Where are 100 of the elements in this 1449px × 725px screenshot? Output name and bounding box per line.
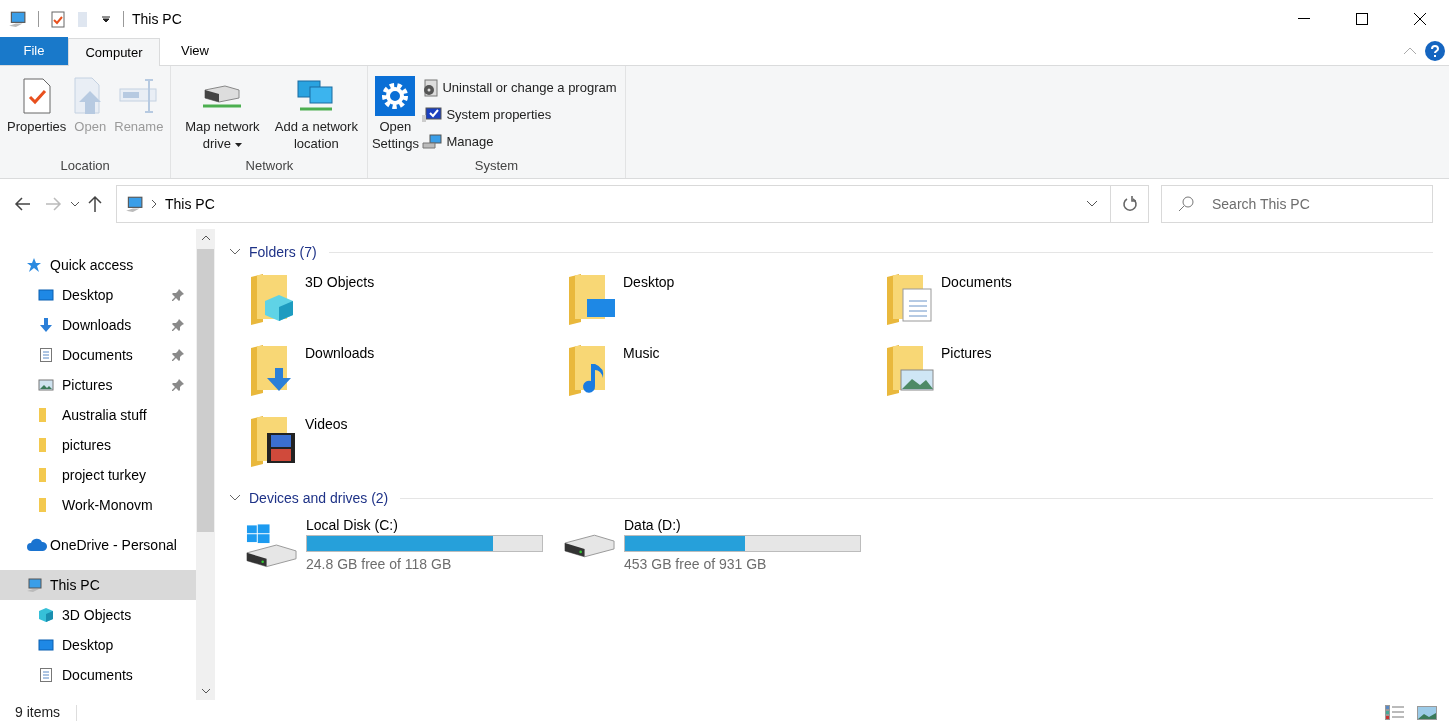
nav-item[interactable]: Documents — [0, 340, 196, 370]
nav-label: Work-Monovm — [62, 495, 154, 515]
star-icon — [26, 257, 42, 273]
cloud-icon — [26, 537, 48, 553]
pin-icon[interactable] — [172, 349, 184, 361]
collapse-chevron-icon[interactable] — [229, 248, 241, 256]
nav-label: project turkey — [62, 465, 148, 485]
down-arrow-icon — [38, 317, 54, 333]
ribbon-button[interactable]: Open Settings — [372, 74, 419, 152]
section-heading[interactable]: Devices and drives (2) — [249, 487, 389, 509]
ribbon-button[interactable]: Map network drive — [175, 74, 270, 152]
nav-label: Documents — [62, 665, 134, 685]
free-space: 453 GB free of 931 GB — [624, 555, 768, 574]
refresh-icon — [1121, 196, 1138, 212]
nav-item[interactable]: This PC — [0, 570, 196, 600]
collapse-chevron-icon[interactable] — [229, 494, 241, 502]
rename-field-icon — [118, 78, 159, 114]
folder-icon — [38, 497, 48, 513]
cube-icon — [38, 607, 54, 623]
nav-label: Pictures — [62, 375, 114, 395]
ribbon-small-button[interactable]: System properties — [418, 101, 621, 128]
nav-item[interactable]: Desktop — [0, 630, 196, 660]
folder-tile[interactable]: Pictures — [885, 344, 1185, 396]
ribbon-button[interactable]: Add a network location — [269, 74, 364, 152]
monitor-icon — [38, 637, 54, 653]
nav-item[interactable]: Desktop — [0, 280, 196, 310]
folder-tile[interactable]: Downloads — [249, 344, 549, 396]
search-icon — [1178, 196, 1194, 212]
group-label: System — [473, 157, 520, 175]
scroll-down-icon[interactable] — [200, 688, 211, 694]
group-label: Location — [59, 157, 111, 175]
document-folder-icon — [885, 273, 935, 325]
nav-item[interactable]: Quick access — [0, 250, 196, 280]
address-field[interactable]: This PC — [116, 185, 1149, 223]
checkmark-page-icon — [20, 78, 53, 114]
collapse-ribbon-icon[interactable] — [1403, 47, 1417, 55]
pin-icon[interactable] — [172, 319, 184, 331]
computer-management-icon — [422, 133, 443, 150]
search-field[interactable]: Search This PC — [1161, 185, 1433, 223]
nav-item[interactable]: Pictures — [0, 370, 196, 400]
computer-icon — [8, 10, 26, 28]
picture-icon — [38, 377, 54, 393]
nav-label: pictures — [62, 435, 113, 455]
folder-tile[interactable]: 3D Objects — [249, 273, 549, 325]
folder-icon — [38, 467, 48, 483]
nav-item[interactable]: 3D Objects — [0, 600, 196, 630]
document-icon — [38, 347, 54, 363]
nav-item[interactable]: Documents — [0, 660, 196, 690]
folder-icon — [38, 407, 48, 423]
computer-icon — [125, 195, 143, 213]
picture-folder-icon — [885, 344, 935, 396]
nav-item[interactable]: Australia stuff — [0, 400, 196, 430]
chevron-down-icon[interactable] — [1086, 200, 1098, 208]
folder-tile[interactable]: Music — [567, 344, 867, 396]
monitor-icon — [38, 287, 54, 303]
settings-icon — [375, 76, 416, 116]
pin-icon[interactable] — [172, 379, 184, 391]
dropdown-caret-icon[interactable] — [101, 15, 111, 23]
ribbon-button[interactable]: Properties — [4, 74, 70, 135]
window-title: This PC — [132, 9, 182, 29]
ribbon-tab[interactable]: View — [160, 37, 230, 65]
nav-item[interactable]: Downloads — [0, 310, 196, 340]
windows-drive-icon — [245, 522, 298, 569]
breadcrumb-chevron-icon — [151, 199, 157, 209]
ribbon-tab[interactable]: Computer — [68, 38, 160, 66]
folder-tile[interactable]: Desktop — [567, 273, 867, 325]
help-button[interactable] — [1425, 41, 1445, 61]
folder-tile[interactable]: Documents — [885, 273, 1185, 325]
drive-name: Data (D:) — [624, 516, 682, 535]
nav-label: Documents — [62, 345, 134, 365]
large-icons-view-icon[interactable] — [1417, 704, 1437, 721]
document-icon — [38, 667, 54, 683]
question-mark-icon — [1431, 45, 1439, 57]
ribbon-tab[interactable]: File — [0, 37, 68, 65]
scroll-up-icon[interactable] — [200, 235, 211, 241]
free-space: 24.8 GB free of 118 GB — [306, 555, 453, 574]
nav-label: Australia stuff — [62, 405, 148, 425]
folder-tile[interactable]: Videos — [249, 415, 549, 467]
drive-tile[interactable]: Data (D:) 453 GB free of 931 GB — [563, 515, 861, 576]
nav-item[interactable]: pictures — [0, 430, 196, 460]
ribbon-small-button[interactable]: Manage — [418, 128, 621, 155]
nav-label: Desktop — [62, 635, 115, 655]
drive-name: Local Disk (C:) — [306, 516, 399, 535]
checkmark-page-icon[interactable] — [51, 10, 65, 28]
hard-drive-icon — [563, 532, 616, 559]
nav-label: OneDrive - Personal — [50, 535, 178, 555]
ribbon-small-button[interactable]: Uninstall or change a program — [418, 74, 621, 101]
drive-tile[interactable]: Local Disk (C:) 24.8 GB free of 118 GB — [245, 515, 543, 576]
section-heading[interactable]: Folders (7) — [249, 241, 317, 263]
maximize-icon — [1356, 13, 1368, 25]
nav-item[interactable]: project turkey — [0, 460, 196, 490]
scrollbar[interactable] — [196, 229, 215, 700]
nav-label: This PC — [50, 575, 101, 595]
details-view-icon[interactable] — [1385, 704, 1405, 721]
nav-label: 3D Objects — [62, 605, 133, 625]
nav-item[interactable]: OneDrive - Personal — [0, 530, 196, 560]
nav-item[interactable]: Work-Monovm — [0, 490, 196, 520]
nav-label: Downloads — [62, 315, 133, 335]
computer-icon — [26, 577, 42, 593]
pin-icon[interactable] — [172, 289, 184, 301]
